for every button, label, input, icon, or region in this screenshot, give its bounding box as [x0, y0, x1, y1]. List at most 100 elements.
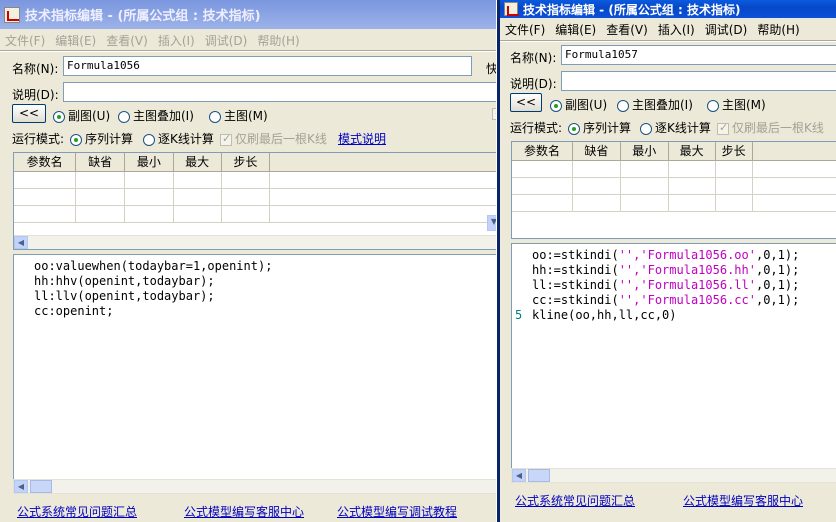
menu-view[interactable]: 查看(V)	[601, 21, 653, 38]
scroll-thumb[interactable]	[30, 480, 52, 493]
checkbox-icon	[717, 121, 729, 135]
link-service[interactable]: 公式模型编写客服中心	[683, 492, 803, 509]
app-icon	[504, 2, 519, 16]
scroll-left-arrow-icon[interactable]: ◀	[14, 236, 28, 249]
desc-input[interactable]	[561, 71, 836, 91]
menu-file[interactable]: 文件(F)	[500, 21, 550, 38]
table-row[interactable]	[14, 205, 501, 223]
code-line: hh:hhv(openint,todaybar);	[34, 274, 215, 288]
scroll-left-arrow-icon[interactable]: ◀	[512, 469, 526, 482]
col-step[interactable]: 步长	[221, 153, 271, 172]
code-editor[interactable]: oo:valuewhen(todaybar=1,openint); hh:hhv…	[13, 254, 502, 494]
menu-insert[interactable]: 插入(I)	[153, 32, 200, 49]
link-faq[interactable]: 公式系统常见问题汇总	[17, 503, 137, 520]
link-faq[interactable]: 公式系统常见问题汇总	[515, 492, 635, 509]
col-max[interactable]: 最大	[668, 142, 716, 161]
col-max[interactable]: 最大	[173, 153, 222, 172]
name-input[interactable]: Formula1057	[561, 45, 836, 65]
code-editor[interactable]: oo:=stkindi('','Formula1056.oo',0,1); hh…	[511, 243, 836, 483]
radio-overlay[interactable]: 主图叠加(I)	[617, 96, 693, 113]
radio-mainchart-label: 主图(M)	[722, 98, 766, 112]
name-input[interactable]: Formula1056	[63, 56, 472, 76]
menu-edit[interactable]: 编辑(E)	[550, 21, 601, 38]
desc-label: 说明(D):	[510, 77, 557, 91]
radio-overlay[interactable]: 主图叠加(I)	[118, 107, 194, 124]
run-mode-label: 运行模式:	[510, 121, 563, 135]
table-row[interactable]	[512, 160, 836, 178]
radio-dot-icon	[707, 99, 719, 112]
refresh-last-label: 仅刷最后一根K线	[235, 132, 327, 146]
mode-sequential-radio[interactable]: 序列计算	[568, 119, 631, 136]
code-hscrollbar[interactable]: ◀	[511, 468, 836, 483]
code-line: cc:openint;	[34, 304, 114, 318]
radio-mainchart[interactable]: 主图(M)	[707, 96, 766, 113]
code-line: ll:=stkindi('','Formula1056.ll',0,1);	[532, 278, 800, 292]
col-min[interactable]: 最小	[620, 142, 669, 161]
table-hscrollbar[interactable]: ◀	[14, 235, 501, 249]
collapse-button[interactable]: <<	[12, 104, 46, 123]
table-row[interactable]	[14, 171, 501, 189]
mode-perk-radio[interactable]: 逐K线计算	[640, 119, 711, 136]
code-line: ll:llv(openint,todaybar);	[34, 289, 215, 303]
refresh-last-label: 仅刷最后一根K线	[732, 121, 824, 135]
desc-input[interactable]	[63, 82, 503, 102]
radio-mainchart[interactable]: 主图(M)	[209, 107, 268, 124]
scroll-thumb[interactable]	[528, 469, 550, 482]
menu-debug[interactable]: 调试(D)	[700, 21, 753, 38]
mode-sequential-radio[interactable]: 序列计算	[70, 130, 133, 147]
checkbox-icon	[220, 132, 232, 146]
menu-help[interactable]: 帮助(H)	[752, 21, 804, 38]
mode-help-link[interactable]: 模式说明	[338, 130, 386, 147]
run-mode-label: 运行模式:	[12, 132, 65, 146]
radio-subchart[interactable]: 副图(U)	[53, 107, 110, 124]
refresh-last-checkbox[interactable]: 仅刷最后一根K线	[717, 119, 824, 136]
radio-subchart[interactable]: 副图(U)	[550, 96, 607, 113]
mode-perk-radio[interactable]: 逐K线计算	[143, 130, 214, 147]
menu-debug[interactable]: 调试(D)	[200, 32, 253, 49]
scroll-left-arrow-icon[interactable]: ◀	[14, 480, 28, 493]
window-title: 技术指标编辑 - (所属公式组 : 技术指标)	[523, 2, 741, 17]
mode-perk-label: 逐K线计算	[158, 132, 214, 146]
menu-view[interactable]: 查看(V)	[101, 32, 153, 49]
radio-dot-icon	[209, 110, 221, 123]
col-step[interactable]: 步长	[715, 142, 753, 161]
mode-sequential-label: 序列计算	[583, 121, 632, 135]
col-param-name[interactable]: 参数名	[512, 142, 573, 161]
menu-file[interactable]: 文件(F)	[0, 32, 50, 49]
title-bar[interactable]: 技术指标编辑 - (所属公式组 : 技术指标)	[500, 0, 836, 18]
radio-subchart-label: 副图(U)	[565, 98, 608, 112]
table-header-row: 参数名 缺省 最小 最大 步长	[512, 142, 836, 161]
table-row[interactable]	[512, 194, 836, 212]
link-service[interactable]: 公式模型编写客服中心	[184, 503, 304, 520]
table-row[interactable]	[14, 188, 501, 206]
collapse-button[interactable]: <<	[510, 93, 542, 112]
menu-bar: 文件(F) 编辑(E) 查看(V) 插入(I) 调试(D) 帮助(H)	[500, 19, 836, 39]
col-default[interactable]: 缺省	[75, 153, 125, 172]
radio-dot-icon	[143, 133, 155, 146]
col-default[interactable]: 缺省	[572, 142, 621, 161]
menu-insert[interactable]: 插入(I)	[653, 21, 700, 38]
line-number-gutter	[512, 244, 530, 482]
link-tutorial[interactable]: 公式模型编写调试教程	[337, 503, 457, 520]
col-min[interactable]: 最小	[124, 153, 174, 172]
line-number-gutter	[14, 255, 32, 493]
table-row[interactable]	[512, 177, 836, 195]
radio-dot-icon	[617, 99, 629, 112]
code-line: kline(oo,hh,ll,cc,0)	[532, 308, 677, 322]
col-param-name[interactable]: 参数名	[14, 153, 77, 172]
radio-subchart-label: 副图(U)	[68, 109, 111, 123]
formula-editor-window-2: 技术指标编辑 - (所属公式组 : 技术指标) 文件(F) 编辑(E) 查看(V…	[497, 0, 836, 522]
param-table: 参数名 缺省 最小 最大 步长 ▼ ◀	[13, 152, 502, 250]
line-number: 5	[515, 308, 523, 322]
radio-dot-icon	[550, 99, 562, 112]
menu-edit[interactable]: 编辑(E)	[50, 32, 101, 49]
radio-overlay-label: 主图叠加(I)	[133, 109, 194, 123]
refresh-last-checkbox[interactable]: 仅刷最后一根K线	[220, 130, 327, 147]
app-icon	[4, 6, 20, 23]
desc-label: 说明(D):	[12, 88, 59, 102]
radio-dot-icon	[640, 122, 652, 135]
code-hscrollbar[interactable]: ◀	[13, 479, 502, 494]
menu-help[interactable]: 帮助(H)	[252, 32, 304, 49]
radio-dot-icon	[118, 110, 130, 123]
table-header-row: 参数名 缺省 最小 最大 步长	[14, 153, 501, 172]
